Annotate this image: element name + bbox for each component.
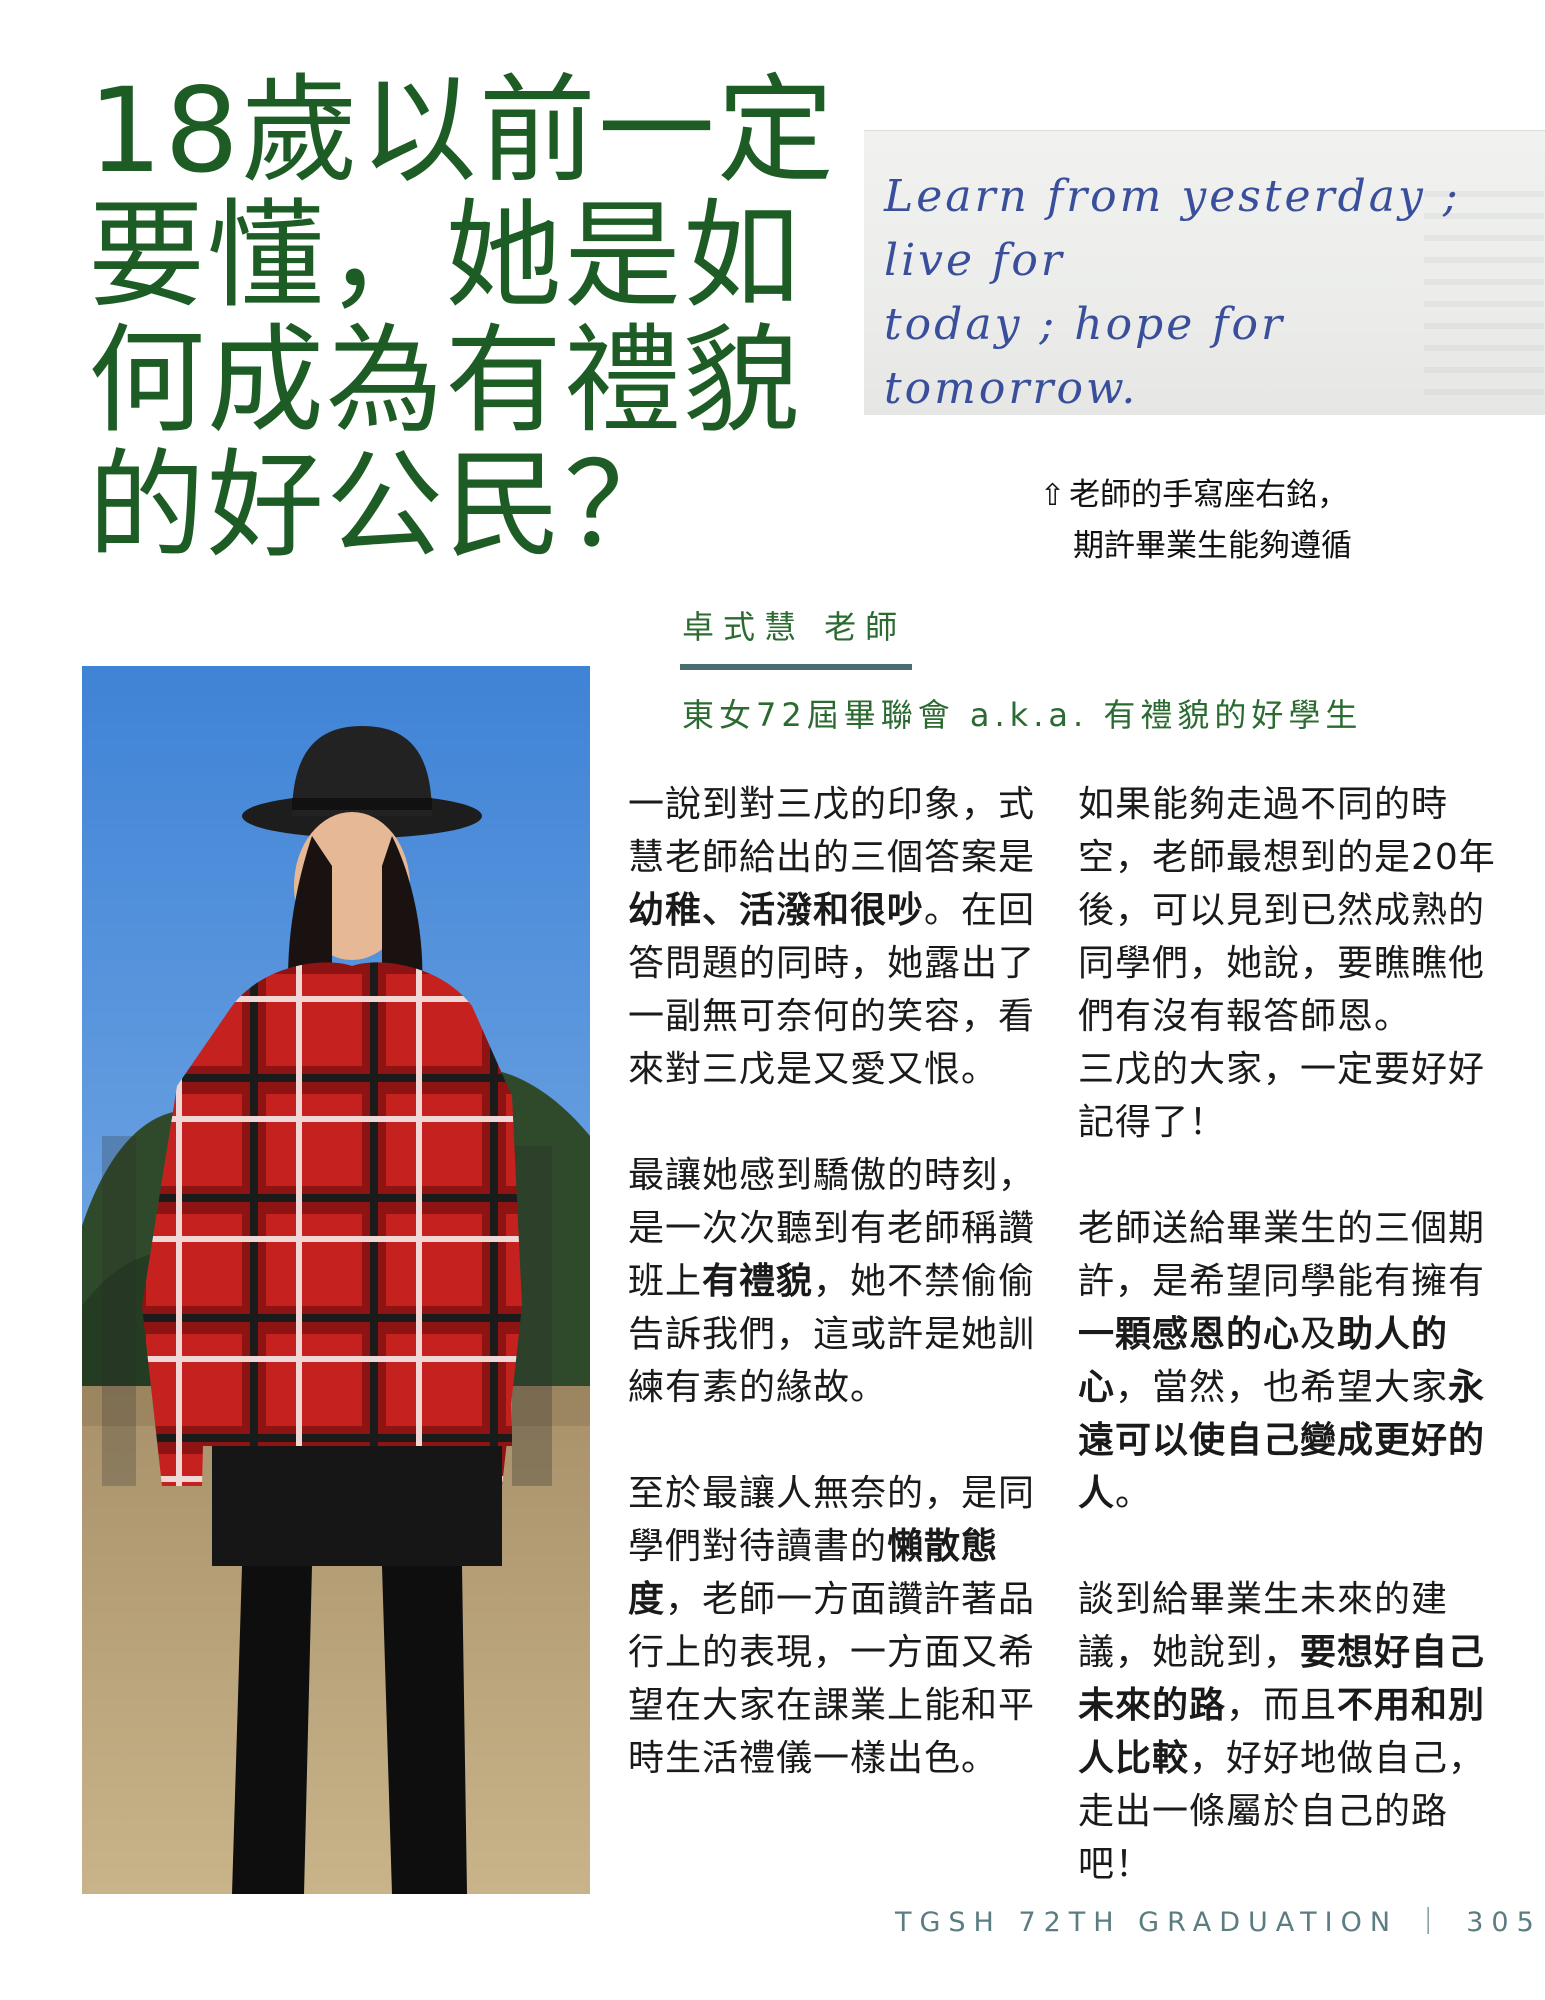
handwritten-motto: Learn from yesterday ; live for today ; …: [884, 165, 1534, 415]
bold-phrase: 有禮貌: [702, 1261, 814, 1302]
paragraph-frustration: 至於最讓人無奈的，是同學們對待讀書的懶散態度，老師一方面讚許著品行上的表現，一方…: [628, 1473, 1036, 1779]
teacher-byline: 卓式慧 老師: [682, 608, 907, 646]
caption-line2: 期許畢業生能夠遵循: [1073, 528, 1352, 564]
caption-line1: 老師的手寫座右銘，: [1069, 477, 1349, 513]
handwritten-motto-line2: today ; hope for tomorrow.: [884, 299, 1286, 414]
page-footer: TGSH 72TH GRADUATION ｜ 305: [895, 1907, 1542, 1938]
paragraph-advice: 談到給畢業生未來的建議，她說到，要想好自己未來的路，而且不用和別人比較，好好地做…: [1078, 1579, 1486, 1885]
handwritten-motto-photo: Learn from yesterday ; live for today ; …: [864, 130, 1545, 415]
handwritten-motto-line1: Learn from yesterday ; live for: [884, 171, 1461, 286]
page-title: 18歲以前一定要懂，她是如何成為有禮貌的好公民？: [88, 62, 836, 574]
paragraph-remember: 三戊的大家，一定要好好記得了！: [1078, 1049, 1486, 1143]
article-column-left: 一說到對三戊的印象，式慧老師給出的三個答案是幼稚、活潑和很吵。在回答問題的同時，…: [628, 778, 1048, 1838]
article-column-right: 如果能夠走過不同的時空，老師最想到的是20年後，可以見到已然成熟的同學們，她說，…: [1078, 778, 1498, 1944]
paragraph-three-hopes: 老師送給畢業生的三個期許，是希望同學能有擁有一顆感恩的心及助人的心，當然，也希望…: [1078, 1208, 1486, 1514]
up-arrow-icon: ⇧: [1040, 478, 1066, 513]
teacher-portrait-photo: [82, 666, 590, 1894]
paragraph-future-wish: 如果能夠走過不同的時空，老師最想到的是20年後，可以見到已然成熟的同學們，她說，…: [1078, 784, 1496, 1037]
author-subtitle: 東女72屆畢聯會 a.k.a. 有禮貌的好學生: [682, 696, 1363, 734]
portrait-illustration: [82, 666, 590, 1894]
bold-phrase: 一顆感恩的心: [1078, 1314, 1301, 1355]
divider-rule: [680, 664, 912, 670]
photo-caption: ⇧ 老師的手寫座右銘， 期許畢業生能夠遵循: [1040, 470, 1420, 571]
paragraph-proud-moment: 最讓她感到驕傲的時刻，是一次次聽到有老師稱讚班上有禮貌，她不禁偷偷告訴我們，這或…: [628, 1155, 1036, 1408]
bold-phrase: 幼稚、活潑和很吵: [628, 890, 925, 931]
paragraph-impression: 一說到對三戊的印象，式慧老師給出的三個答案是幼稚、活潑和很吵。在回答問題的同時，…: [628, 784, 1036, 1090]
